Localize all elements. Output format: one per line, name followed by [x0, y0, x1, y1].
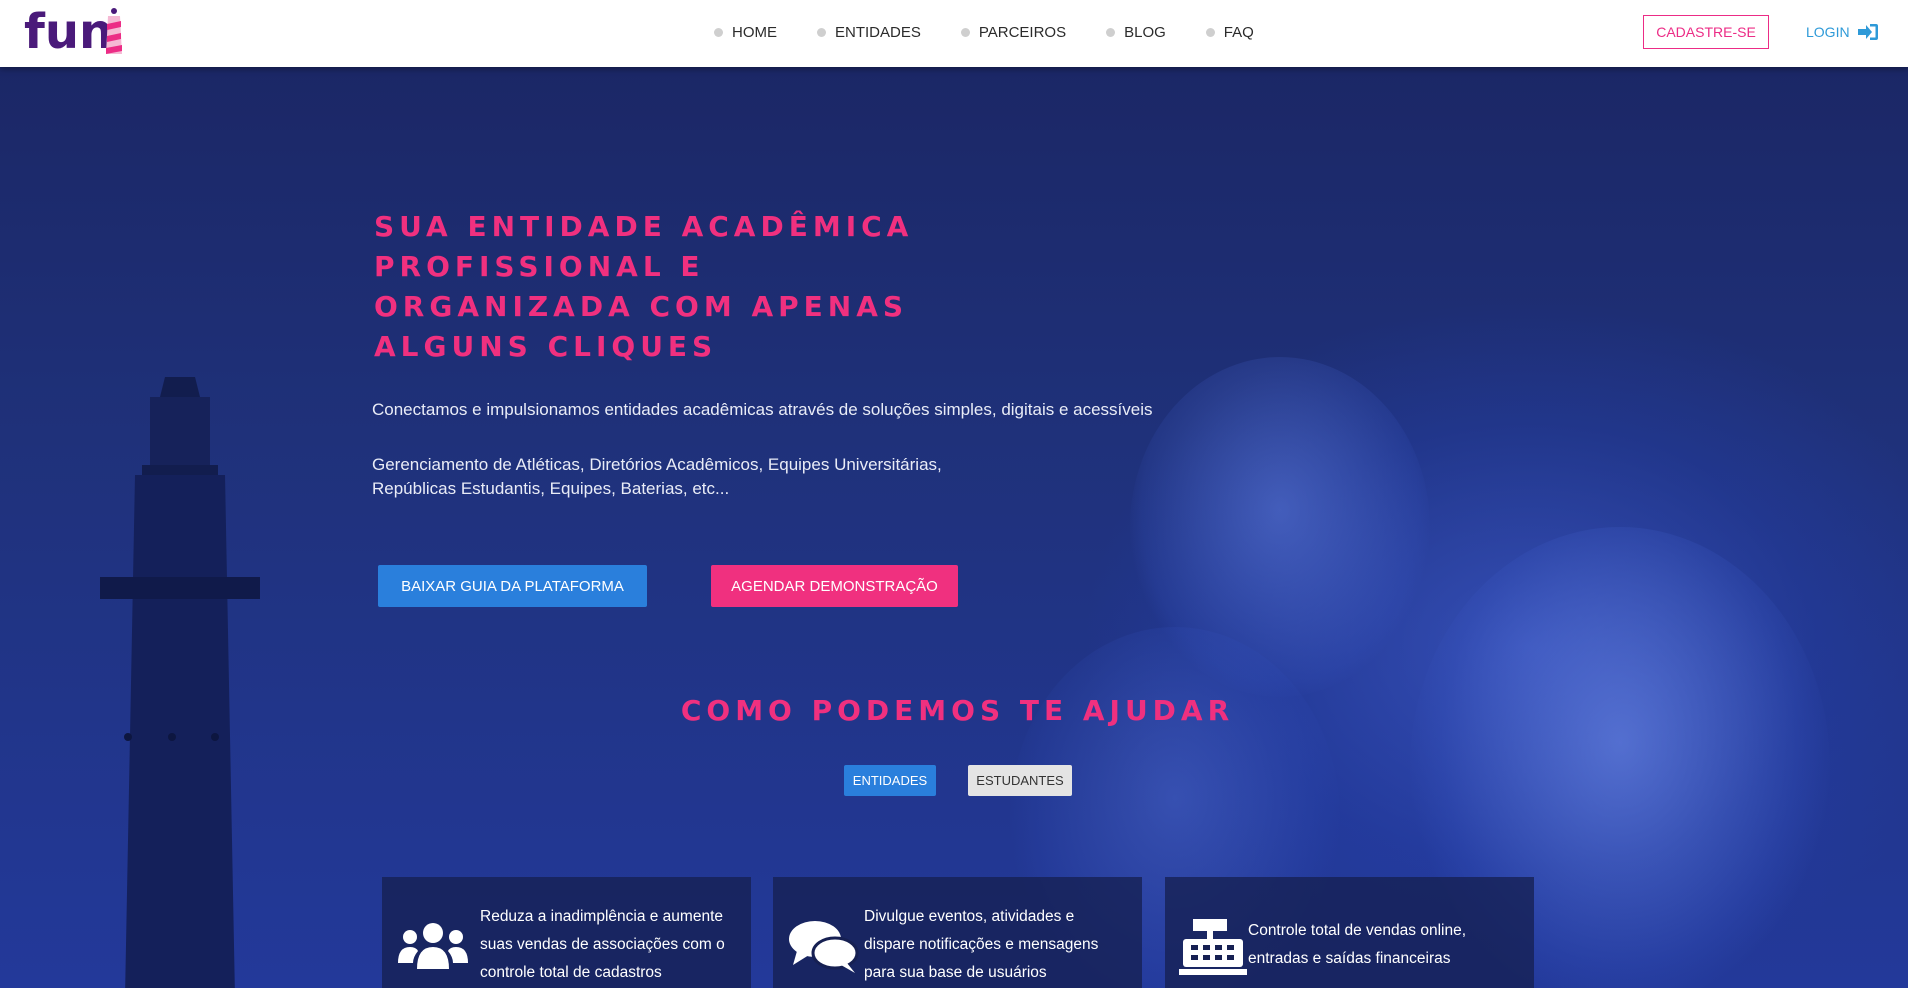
cash-register-icon — [1179, 919, 1247, 975]
lighthouse-silhouette — [100, 377, 260, 988]
nav-label: ENTIDADES — [835, 23, 921, 41]
card-text: Controle total de vendas online, entrada… — [1248, 922, 1467, 967]
nav-item-parceiros[interactable]: PARCEIROS — [960, 20, 1067, 44]
nav-dot — [817, 27, 826, 37]
nav-dot — [1205, 27, 1215, 37]
login-button[interactable]: LOGIN — [1806, 20, 1878, 44]
nav-label: FAQ — [1223, 23, 1254, 41]
fun-logo[interactable]: fun — [24, 4, 134, 60]
card-text: Reduza a inadimplência e aumente suas ve… — [480, 908, 725, 981]
nav-dot — [714, 27, 723, 37]
hero-description-line-1: Gerenciamento de Atléticas, Diretórios A… — [372, 455, 942, 474]
nav-item-faq[interactable]: FAQ — [1205, 20, 1254, 44]
download-guide-button[interactable]: BAIXAR GUIA DA PLATAFORMA — [378, 565, 647, 607]
help-section-title: COMO PODEMOS TE AJUDAR — [680, 694, 1235, 727]
nav-item-entidades[interactable]: ENTIDADES — [817, 20, 921, 44]
nav-dot — [960, 27, 970, 37]
schedule-demo-button[interactable]: AGENDAR DEMONSTRAÇÃO — [711, 565, 958, 607]
nav-label: BLOG — [1124, 23, 1166, 41]
sign-in-icon — [1857, 24, 1878, 40]
card-text: Divulgue eventos, atividades e dispare n… — [864, 908, 1099, 981]
logo-wordmark: fun — [24, 4, 113, 60]
feature-card-members: Reduza a inadimplência e aumente suas ve… — [382, 877, 751, 988]
feature-card-notifications: Divulgue eventos, atividades e dispare n… — [773, 877, 1142, 988]
hero-section: SUA ENTIDADE ACADÊMICA PROFISSIONAL E OR… — [0, 67, 1908, 988]
main-nav: HOME ENTIDADES PARCEIROS BLOG FAQ — [714, 20, 1254, 44]
users-icon — [398, 923, 468, 969]
login-label: LOGIN — [1806, 24, 1850, 40]
hero-subtitle: Conectamos e impulsionamos entidades aca… — [372, 400, 1153, 419]
tab-estudantes[interactable]: ESTUDANTES — [968, 765, 1072, 796]
chat-bubbles-icon — [789, 921, 859, 973]
hero-title: SUA ENTIDADE ACADÊMICA PROFISSIONAL E OR… — [374, 210, 914, 363]
tab-entidades[interactable]: ENTIDADES — [844, 765, 936, 796]
nav-item-blog[interactable]: BLOG — [1106, 20, 1166, 44]
nav-dot — [1106, 27, 1116, 37]
hero-description: Gerenciamento de Atléticas, Diretórios A… — [372, 453, 1072, 501]
feature-card-sales: Controle total de vendas online, entrada… — [1165, 877, 1534, 988]
hero-description-line-2: Repúblicas Estudantis, Equipes, Baterias… — [372, 479, 730, 498]
signup-button[interactable]: CADASTRE-SE — [1643, 15, 1769, 49]
nav-item-home[interactable]: HOME — [714, 20, 777, 44]
nav-label: HOME — [732, 23, 777, 41]
nav-label: PARCEIROS — [978, 23, 1067, 41]
site-header: fun HOME ENTIDADES PARCEIROS BLOG FAQ CA… — [0, 0, 1908, 67]
